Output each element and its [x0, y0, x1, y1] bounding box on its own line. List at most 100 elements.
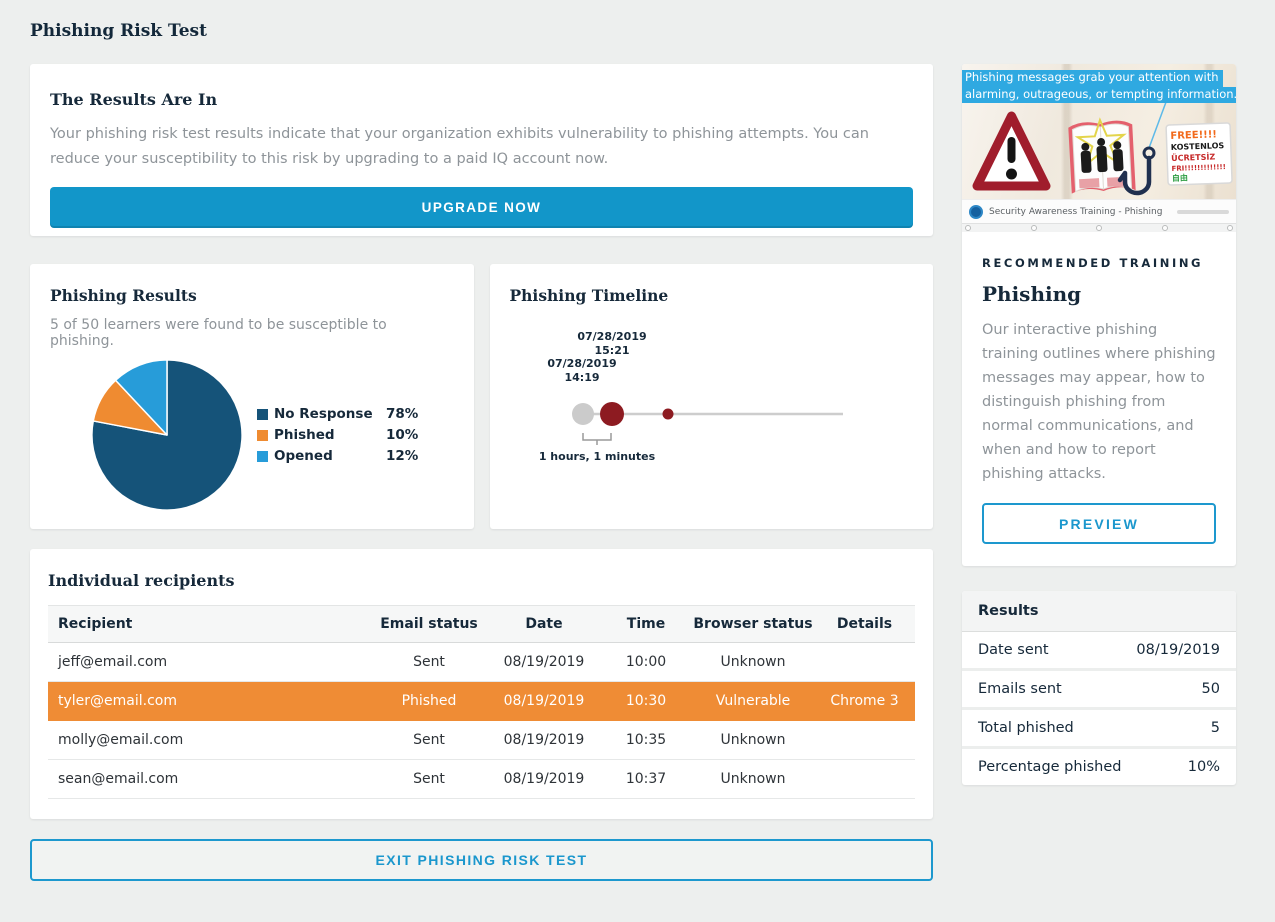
phishing-timeline-card: Phishing Timeline 07/28/2019 15:21 07/28… — [490, 264, 934, 529]
exit-phishing-risk-test-button[interactable]: EXIT PHISHING RISK TEST — [30, 839, 933, 881]
training-card-body: RECOMMENDED TRAINING Phishing Our intera… — [962, 232, 1236, 566]
timeline-duration-label: 1 hours, 1 minutes — [538, 450, 655, 463]
timeline-marker-event — [662, 409, 673, 420]
upgrade-now-button[interactable]: UPGRADE NOW — [50, 187, 913, 228]
legend-value: 12% — [386, 448, 452, 464]
cell-time: 10:35 — [600, 721, 692, 760]
legend-label: Opened — [274, 448, 386, 464]
timeline-marker-phished — [600, 402, 624, 426]
cell-email-status: Sent — [370, 760, 488, 799]
col-header-date: Date — [488, 606, 600, 643]
results-row-date-sent: Date sent 08/19/2019 — [962, 632, 1236, 668]
table-header-row: Recipient Email status Date Time Browser… — [48, 606, 915, 643]
pie-legend: No Response 78% Phished 10% Opened 12% — [257, 401, 452, 469]
timeline-event1-date: 07/28/2019 — [547, 357, 616, 370]
cell-date: 08/19/2019 — [488, 760, 600, 799]
progress-marker-icon — [1227, 225, 1233, 231]
recommended-training-eyebrow: RECOMMENDED TRAINING — [982, 256, 1216, 270]
sign-line-kostenlos: KOSTENLOS — [1171, 141, 1225, 152]
cell-recipient: jeff@email.com — [48, 643, 370, 682]
cell-email-status: Sent — [370, 721, 488, 760]
cell-time: 10:30 — [600, 682, 692, 721]
duration-bracket — [583, 433, 611, 445]
legend-item-phished: Phished 10% — [257, 427, 452, 443]
legend-value: 78% — [386, 406, 452, 422]
phishing-timeline-title: Phishing Timeline — [510, 286, 914, 305]
banner-description: Your phishing risk test results indicate… — [50, 122, 913, 172]
cell-browser-status: Unknown — [692, 721, 814, 760]
table-row[interactable]: sean@email.com Sent 08/19/2019 10:37 Unk… — [48, 760, 915, 799]
results-row-percentage-phished: Percentage phished 10% — [962, 746, 1236, 785]
cell-details — [814, 643, 915, 682]
cell-browser-status: Vulnerable — [692, 682, 814, 721]
individual-recipients-title: Individual recipients — [48, 571, 915, 590]
caption-line-2: alarming, outrageous, or tempting inform… — [962, 87, 1236, 104]
video-progress-bar — [962, 223, 1236, 232]
progress-marker-icon — [1096, 225, 1102, 231]
sign-line-ucretsiz: ÜCRETSİZ — [1171, 151, 1216, 163]
col-header-browser-status: Browser status — [692, 606, 814, 643]
result-value: 10% — [1188, 759, 1220, 775]
sign-line-ziyou: 自由 — [1172, 172, 1188, 183]
timeline-event1-time: 14:19 — [564, 371, 599, 384]
banner-title: The Results Are In — [50, 90, 913, 109]
free-sign-graphic: FREE!!!! KOSTENLOS ÜCRETSİZ FRI!!!!!!!!!… — [1166, 123, 1232, 185]
timeline-marker-sent — [572, 403, 594, 425]
progress-marker-icon — [965, 225, 971, 231]
progress-marker-icon — [1031, 225, 1037, 231]
cell-recipient: molly@email.com — [48, 721, 370, 760]
results-row-emails-sent: Emails sent 50 — [962, 668, 1236, 707]
results-row-total-phished: Total phished 5 — [962, 707, 1236, 746]
cell-date: 08/19/2019 — [488, 721, 600, 760]
cell-recipient: tyler@email.com — [48, 682, 370, 721]
col-header-recipient: Recipient — [48, 606, 370, 643]
cell-time: 10:00 — [600, 643, 692, 682]
training-title: Phishing — [982, 282, 1216, 306]
phishing-results-subtitle: 5 of 50 learners were found to be suscep… — [50, 317, 454, 349]
cell-details — [814, 760, 915, 799]
sidebar-column: Phishing messages grab your attention wi… — [962, 64, 1236, 881]
legend-swatch-opened — [257, 451, 268, 462]
thumbnail-caption: Phishing messages grab your attention wi… — [962, 70, 1236, 103]
result-value: 50 — [1202, 681, 1220, 697]
cell-recipient: sean@email.com — [48, 760, 370, 799]
results-panel-title: Results — [962, 591, 1236, 632]
page-layout: The Results Are In Your phishing risk te… — [0, 41, 1275, 881]
result-label: Total phished — [978, 720, 1074, 736]
table-row-highlighted[interactable]: tyler@email.com Phished 08/19/2019 10:30… — [48, 682, 915, 721]
recommended-training-card: Phishing messages grab your attention wi… — [962, 64, 1236, 566]
cell-date: 08/19/2019 — [488, 643, 600, 682]
result-value: 5 — [1211, 720, 1220, 736]
cell-date: 08/19/2019 — [488, 682, 600, 721]
preview-button[interactable]: PREVIEW — [982, 503, 1216, 544]
col-header-email-status: Email status — [370, 606, 488, 643]
table-row[interactable]: molly@email.com Sent 08/19/2019 10:35 Un… — [48, 721, 915, 760]
video-title: Security Awareness Training - Phishing — [989, 207, 1171, 217]
cell-browser-status: Unknown — [692, 760, 814, 799]
thumbnail-illustration: FREE!!!! KOSTENLOS ÜCRETSİZ FRI!!!!!!!!!… — [962, 94, 1236, 199]
cell-email-status: Phished — [370, 682, 488, 721]
results-banner-card: The Results Are In Your phishing risk te… — [30, 64, 933, 236]
legend-item-opened: Opened 12% — [257, 448, 452, 464]
sign-line-free: FREE!!!! — [1170, 129, 1217, 142]
recipients-table: Recipient Email status Date Time Browser… — [48, 605, 915, 799]
col-header-details: Details — [814, 606, 915, 643]
training-video-thumbnail[interactable]: Phishing messages grab your attention wi… — [962, 64, 1236, 232]
legend-swatch-phished — [257, 430, 268, 441]
table-row[interactable]: jeff@email.com Sent 08/19/2019 10:00 Unk… — [48, 643, 915, 682]
progress-marker-icon — [1162, 225, 1168, 231]
results-summary-panel: Results Date sent 08/19/2019 Emails sent… — [962, 591, 1236, 785]
charts-row: Phishing Results 5 of 50 learners were f… — [30, 264, 933, 529]
phishing-results-card: Phishing Results 5 of 50 learners were f… — [30, 264, 474, 529]
caption-line-1: Phishing messages grab your attention wi… — [962, 70, 1223, 87]
cell-browser-status: Unknown — [692, 643, 814, 682]
legend-label: No Response — [274, 406, 386, 422]
individual-recipients-card: Individual recipients Recipient Email st… — [30, 549, 933, 819]
legend-swatch-no-response — [257, 409, 268, 420]
legend-value: 10% — [386, 427, 452, 443]
timeline-event2-time: 15:21 — [594, 344, 629, 357]
training-description: Our interactive phishing training outlin… — [982, 318, 1216, 486]
result-label: Emails sent — [978, 681, 1062, 697]
cell-details: Chrome 3 — [814, 682, 915, 721]
video-player-bar: Security Awareness Training - Phishing — [962, 199, 1236, 223]
